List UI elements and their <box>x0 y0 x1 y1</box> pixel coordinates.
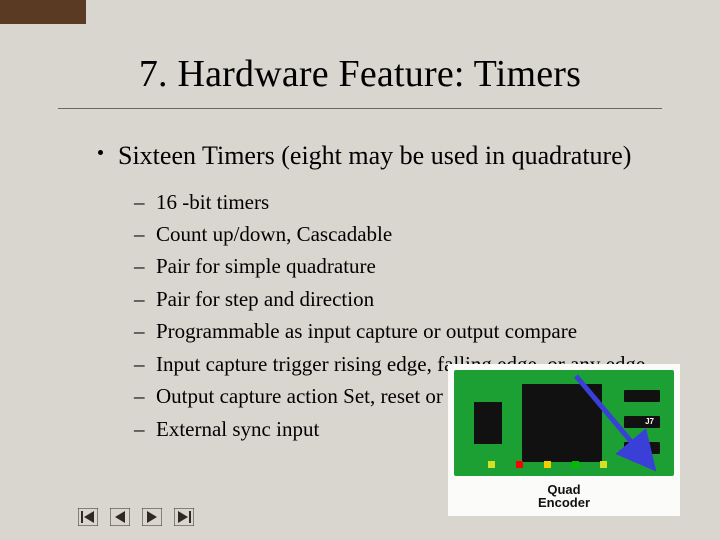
dash-icon: – <box>134 381 156 411</box>
list-item-text: 16 -bit timers <box>156 187 694 217</box>
slide-title: 7. Hardware Feature: Timers <box>0 52 720 96</box>
list-item: –16 -bit timers <box>134 187 694 217</box>
list-item-text: Pair for simple quadrature <box>156 251 694 281</box>
list-item: –Count up/down, Cascadable <box>134 219 694 249</box>
led-icon <box>600 461 607 468</box>
chip-icon <box>474 402 502 444</box>
header-pin-icon <box>624 390 660 402</box>
dash-icon: – <box>134 316 156 346</box>
board-image: J7 Quad Encoder <box>448 364 680 516</box>
bullet-dot-icon <box>98 150 103 155</box>
list-item-text: Pair for step and direction <box>156 284 694 314</box>
led-icon <box>516 461 523 468</box>
connector-label: J7 <box>645 417 654 426</box>
pcb: J7 <box>454 370 674 476</box>
dash-icon: – <box>134 284 156 314</box>
nav-last-button[interactable] <box>174 508 194 526</box>
header-pin-icon <box>624 416 660 428</box>
title-divider <box>58 108 662 109</box>
corner-block <box>0 0 86 24</box>
header-pin-icon <box>624 442 660 454</box>
list-item: –Pair for simple quadrature <box>134 251 694 281</box>
nav-prev-button[interactable] <box>110 508 130 526</box>
list-item: –Programmable as input capture or output… <box>134 316 694 346</box>
dash-icon: – <box>134 187 156 217</box>
chip-icon <box>522 384 602 462</box>
led-icon <box>572 461 579 468</box>
dash-icon: – <box>134 414 156 444</box>
led-icon <box>544 461 551 468</box>
list-item-text: Count up/down, Cascadable <box>156 219 694 249</box>
nav-first-button[interactable] <box>78 508 98 526</box>
top-bullet: Sixteen Timers (eight may be used in qua… <box>98 140 680 173</box>
board-caption: Quad Encoder <box>448 483 680 510</box>
dash-icon: – <box>134 349 156 379</box>
list-item-text: Programmable as input capture or output … <box>156 316 694 346</box>
list-item: –Pair for step and direction <box>134 284 694 314</box>
nav-next-button[interactable] <box>142 508 162 526</box>
led-icon <box>488 461 495 468</box>
top-bullet-text: Sixteen Timers (eight may be used in qua… <box>118 141 631 170</box>
dash-icon: – <box>134 219 156 249</box>
caption-line: Encoder <box>538 495 590 510</box>
dash-icon: – <box>134 251 156 281</box>
nav-controls <box>78 508 194 526</box>
